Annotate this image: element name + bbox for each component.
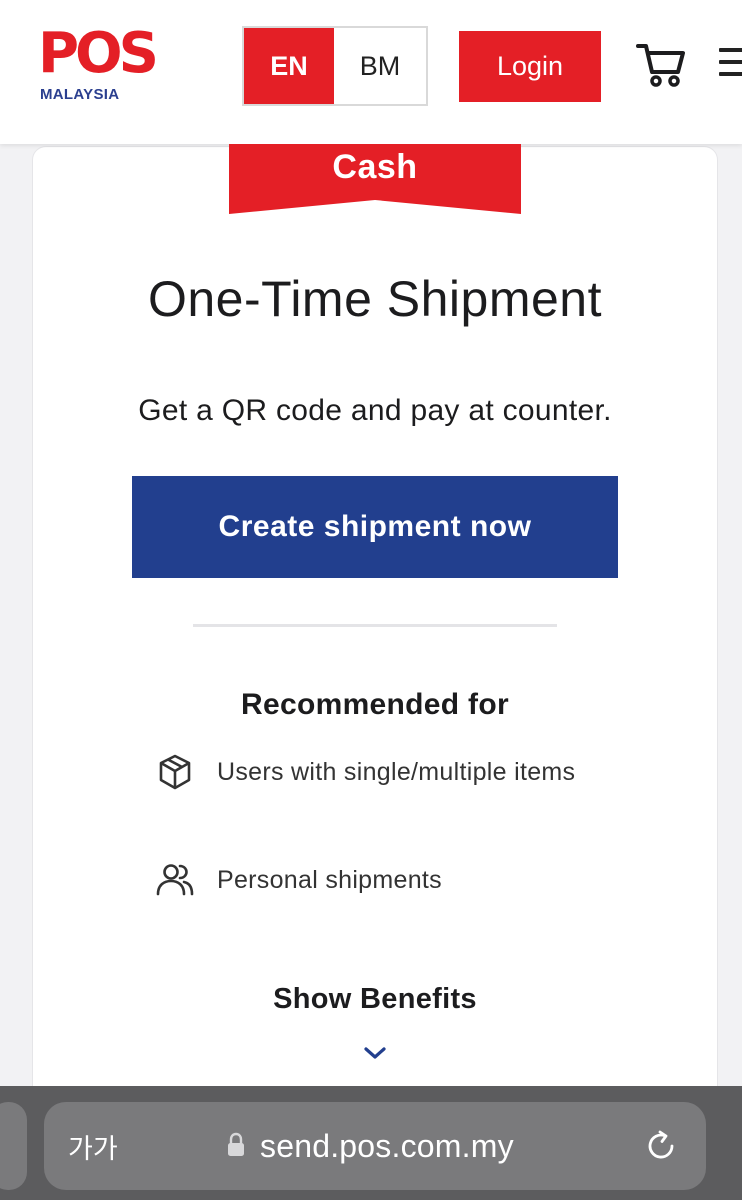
address-bar[interactable]: 가가 send.pos.com.my — [44, 1102, 706, 1190]
card-title: One-Time Shipment — [147, 271, 603, 327]
chevron-down-icon[interactable] — [363, 1046, 387, 1060]
divider — [193, 624, 557, 627]
cash-ribbon: Cash — [229, 144, 521, 214]
lock-icon — [226, 1132, 246, 1158]
text-size-button[interactable]: 가가 — [68, 1102, 118, 1190]
url-text[interactable]: send.pos.com.my — [260, 1102, 514, 1190]
create-shipment-button[interactable]: Create shipment now — [132, 476, 618, 578]
reload-icon[interactable] — [644, 1129, 678, 1163]
show-benefits-toggle[interactable]: Show Benefits — [32, 983, 718, 1016]
hamburger-menu-icon[interactable] — [719, 48, 742, 80]
package-icon — [156, 753, 194, 791]
logo-subtext: MALAYSIA — [40, 86, 120, 103]
login-button[interactable]: Login — [459, 31, 601, 102]
lang-bm-button[interactable]: BM — [334, 28, 426, 104]
pos-malaysia-logo[interactable]: POS MALAYSIA — [38, 21, 178, 106]
ribbon-label: Cash — [332, 147, 418, 186]
language-switcher: EN BM — [242, 26, 428, 106]
card-subtitle: Get a QR code and pay at counter. — [138, 394, 612, 427]
browser-toolbar: 가가 send.pos.com.my — [0, 1086, 742, 1200]
recommended-item-text: Users with single/multiple items — [217, 758, 576, 786]
recommended-item-text: Personal shipments — [217, 866, 442, 894]
lang-en-button[interactable]: EN — [244, 28, 334, 104]
recommended-title: Recommended for — [241, 688, 509, 721]
logo-text: POS — [38, 21, 159, 86]
site-header: POS MALAYSIA EN BM Login — [0, 0, 742, 144]
users-icon — [156, 861, 194, 899]
previous-tab-pill[interactable] — [0, 1102, 27, 1190]
cart-icon[interactable] — [636, 42, 686, 88]
